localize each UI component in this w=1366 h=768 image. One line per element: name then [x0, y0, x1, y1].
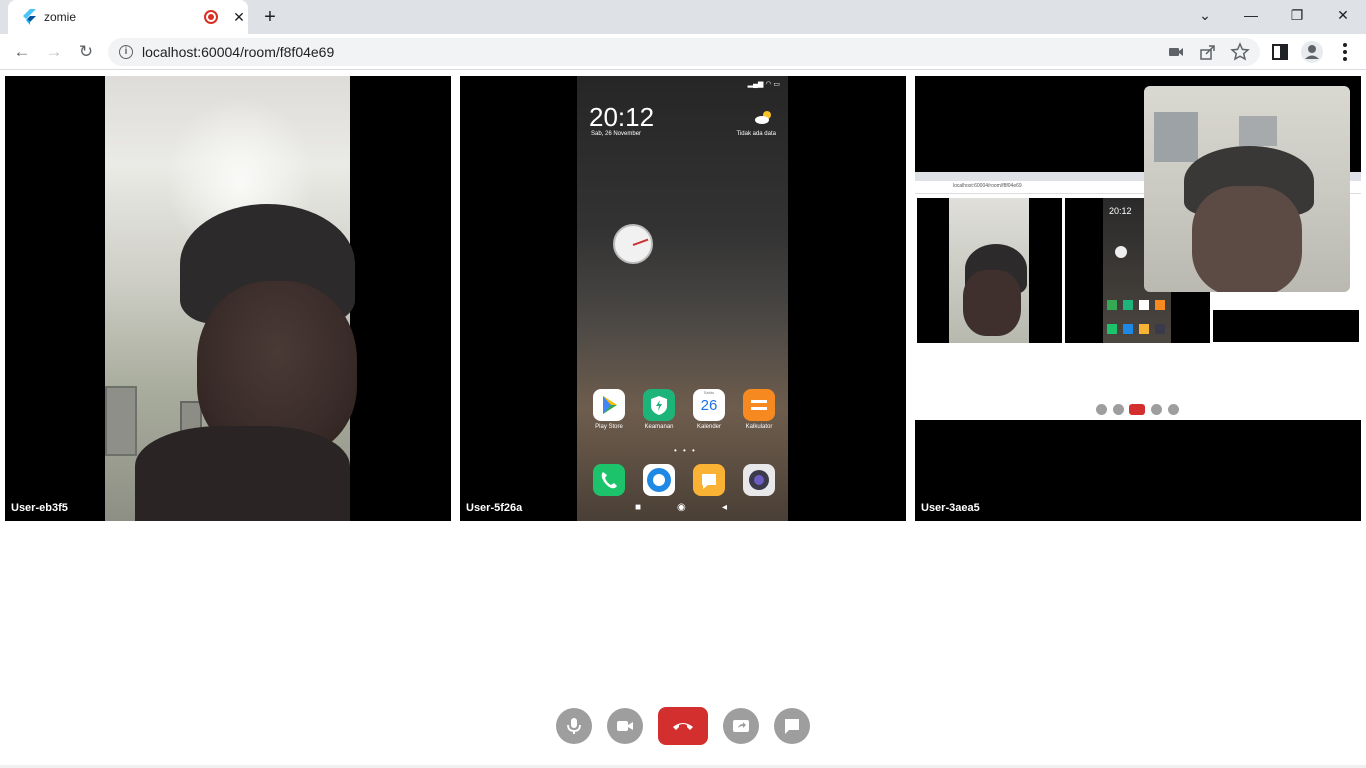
home-nav-icon: ◉	[677, 502, 686, 513]
phone-status-icons: ▂▄▆ ◠ ▭	[747, 81, 780, 88]
browser-tab[interactable]: zomie ✕	[8, 0, 248, 34]
chat-icon	[785, 719, 799, 734]
screen-share-icon	[733, 720, 749, 732]
clock-widget-icon	[613, 224, 653, 264]
browser-menu-icon[interactable]	[1333, 40, 1357, 64]
bookmark-star-icon[interactable]	[1230, 42, 1250, 62]
chat-button[interactable]	[774, 708, 810, 744]
phone-date: Sab, 26 November	[591, 131, 642, 137]
participant-name: User-3aea5	[921, 502, 980, 514]
shared-url: localhost:60004/room/f8f04e69	[953, 183, 1022, 189]
mini-screen-share-icon	[1151, 404, 1162, 415]
minimize-button[interactable]: —	[1228, 0, 1274, 30]
back-nav-icon: ◂	[722, 502, 728, 513]
participant-tile[interactable]: ▂▄▆ ◠ ▭ 20:12 Sab, 26 November Tidak ada…	[460, 76, 906, 521]
self-view-video	[1144, 86, 1350, 292]
weather-text: Tidak ada data	[736, 131, 776, 137]
forward-button[interactable]: →	[40, 38, 68, 66]
tab-title: zomie	[44, 10, 77, 24]
calendar-icon: Sabtu 26	[693, 389, 725, 421]
camera-in-use-icon[interactable]	[1166, 42, 1186, 62]
share-icon[interactable]	[1198, 42, 1218, 62]
app-label: Kalkulator	[745, 424, 773, 430]
reload-button[interactable]: ↻	[72, 38, 100, 66]
phone-time: 20:12	[589, 102, 655, 132]
browser-toolbar: ← → ↻ i localhost:60004/room/f8f04e69	[0, 34, 1366, 70]
mini-tile	[917, 198, 1062, 343]
screen-share-button[interactable]	[723, 708, 759, 744]
phone-icon	[593, 464, 625, 496]
participant-video	[105, 76, 357, 521]
tab-strip: zomie ✕ + ⌄ — ❐ ✕	[0, 0, 1366, 34]
play-store-icon	[593, 389, 625, 421]
mini-camera-icon	[1113, 404, 1124, 415]
participant-name: User-eb3f5	[11, 502, 68, 514]
profile-avatar-icon[interactable]	[1300, 40, 1324, 64]
hang-up-button[interactable]	[658, 707, 708, 745]
recording-indicator-icon	[204, 10, 218, 24]
app-label: Keamanan	[644, 424, 674, 430]
video-camera-icon	[617, 721, 633, 731]
recents-nav-icon: ■	[635, 502, 642, 513]
messages-icon	[693, 464, 725, 496]
restore-button[interactable]: ❐	[1274, 0, 1320, 30]
close-window-button[interactable]: ✕	[1320, 0, 1366, 30]
mic-button[interactable]	[556, 708, 592, 744]
weather-icon	[755, 111, 771, 124]
address-bar[interactable]: i localhost:60004/room/f8f04e69	[108, 38, 1260, 66]
flutter-icon	[23, 9, 36, 25]
app-label: Kalender	[696, 424, 722, 430]
site-info-icon[interactable]: i	[119, 45, 133, 59]
camera-icon	[743, 464, 775, 496]
mini-tile	[1213, 310, 1359, 342]
participant-video: ▂▄▆ ◠ ▭ 20:12 Sab, 26 November Tidak ada…	[577, 76, 788, 521]
security-icon	[643, 389, 675, 421]
calculator-icon	[743, 389, 775, 421]
mini-mic-icon	[1096, 404, 1107, 415]
mic-icon	[567, 718, 581, 734]
mini-hang-up-icon	[1129, 404, 1145, 415]
url-text: localhost:60004/room/f8f04e69	[142, 44, 335, 60]
participant-name: User-5f26a	[466, 502, 523, 514]
camera-button[interactable]	[607, 708, 643, 744]
hang-up-icon	[673, 723, 693, 730]
tab-search-icon[interactable]: ⌄	[1182, 0, 1228, 30]
mini-chat-icon	[1168, 404, 1179, 415]
participant-tile[interactable]: localhost:60004/room/f8f04e69 20:12 User…	[915, 76, 1361, 521]
side-panel-icon[interactable]	[1268, 40, 1292, 64]
participant-tile[interactable]: User-eb3f5	[5, 76, 451, 521]
back-button[interactable]: ←	[8, 38, 36, 66]
browser-icon	[643, 464, 675, 496]
new-tab-button[interactable]: +	[258, 5, 282, 29]
close-tab-icon[interactable]: ✕	[230, 8, 248, 26]
page-indicator: • • •	[674, 446, 697, 455]
app-label: Play Store	[595, 424, 623, 430]
